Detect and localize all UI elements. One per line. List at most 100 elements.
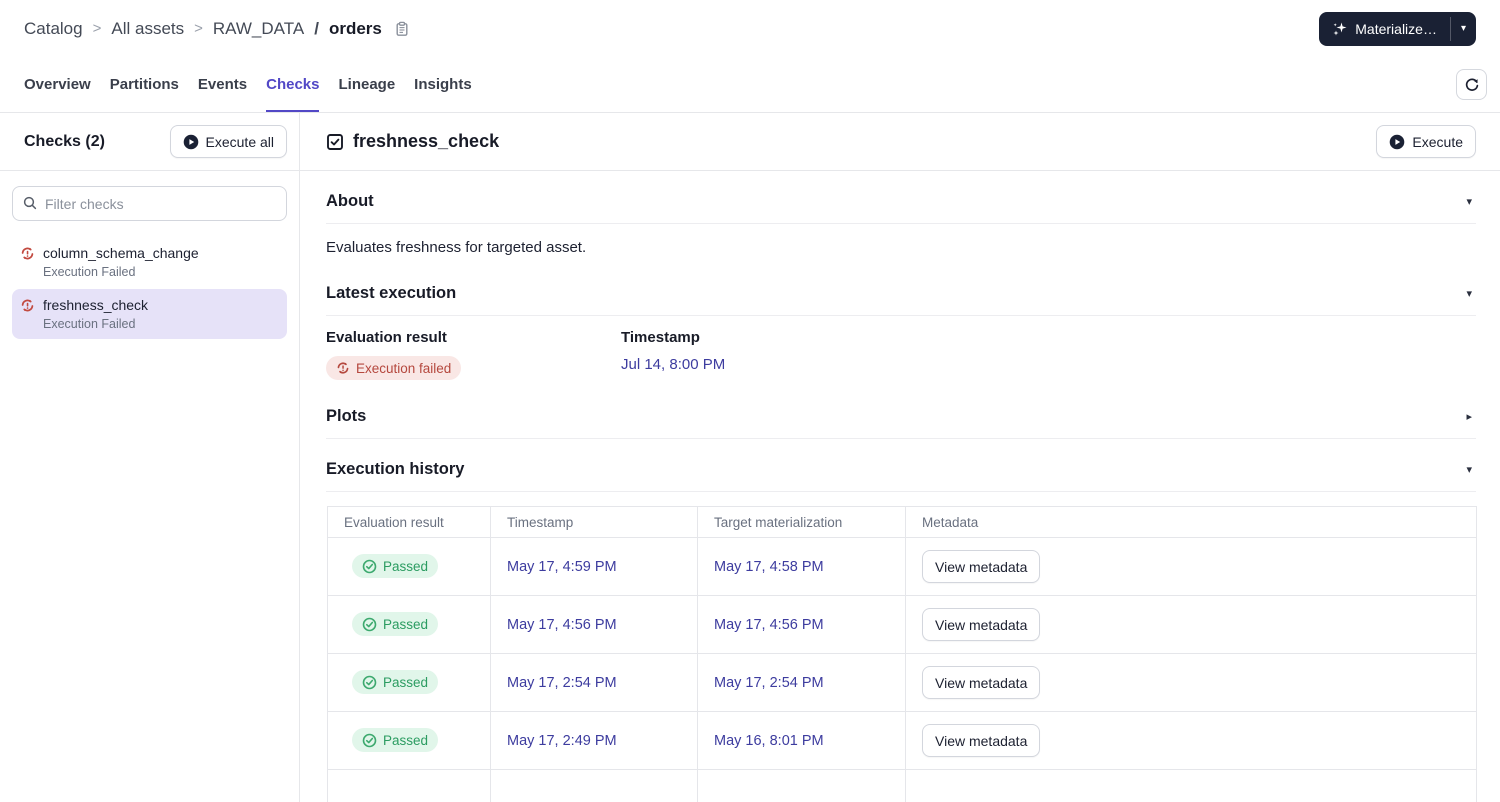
tab-overview[interactable]: Overview — [24, 57, 91, 112]
breadcrumb-asset-name: orders — [328, 18, 382, 38]
check-name: freshness_check — [43, 297, 149, 313]
execute-button[interactable]: Execute — [1376, 125, 1476, 158]
about-description: Evaluates freshness for targeted asset. — [326, 239, 587, 256]
sync-error-icon — [20, 298, 35, 313]
top-bar: Catalog > All assets > RAW_DATA / orders — [0, 0, 1500, 57]
latest-execution-grid: Evaluation result Execution failed Times… — [326, 316, 1476, 386]
passed-badge-label: Passed — [383, 732, 429, 748]
check-list-item-freshness-check[interactable]: freshness_check Execution Failed — [12, 289, 287, 339]
table-row-partial — [327, 769, 1477, 802]
check-detail-header: freshness_check Execute — [300, 113, 1500, 171]
filter-checks-input[interactable] — [12, 186, 287, 221]
target-materialization-link[interactable]: May 17, 2:54 PM — [714, 675, 824, 691]
breadcrumb-all-assets[interactable]: All assets — [111, 19, 184, 39]
target-materialization-link[interactable]: May 17, 4:58 PM — [714, 559, 824, 575]
materialize-dropdown-button[interactable]: ▾ — [1451, 12, 1476, 46]
collapse-caret-icon[interactable]: ▾ — [1466, 463, 1472, 476]
breadcrumb-path-separator: / — [314, 18, 319, 38]
copy-path-icon[interactable] — [394, 21, 410, 37]
sidebar-header: Checks (2) Execute all — [0, 113, 299, 171]
view-metadata-button[interactable]: View metadata — [922, 666, 1041, 699]
table-row: Passed May 17, 2:49 PM May 16, 8:01 PM V… — [327, 711, 1477, 770]
about-section-header: About ▾ — [326, 171, 1476, 223]
breadcrumb: Catalog > All assets > RAW_DATA / orders — [24, 19, 410, 39]
tab-checks[interactable]: Checks — [266, 57, 320, 112]
sparkle-icon — [1332, 21, 1348, 37]
passed-badge: Passed — [352, 612, 439, 637]
view-metadata-button[interactable]: View metadata — [922, 550, 1041, 583]
check-circle-icon — [362, 617, 377, 632]
materialize-button[interactable]: Materialize… — [1319, 12, 1450, 46]
section-divider — [326, 491, 1476, 492]
app-window: Catalog > All assets > RAW_DATA / orders — [0, 0, 1500, 802]
materialize-split-button: Materialize… ▾ — [1319, 11, 1476, 46]
chevron-right-icon: > — [92, 20, 102, 37]
about-title: About — [326, 192, 374, 210]
tabs-row: Overview Partitions Events Checks Lineag… — [0, 57, 1500, 113]
target-materialization-link[interactable]: May 16, 8:01 PM — [714, 733, 824, 749]
check-circle-icon — [362, 675, 377, 690]
sync-error-icon — [20, 246, 35, 261]
content-split: Checks (2) Execute all Filter checks col… — [0, 113, 1500, 802]
timestamp-link[interactable]: May 17, 4:56 PM — [507, 617, 617, 633]
checks-sidebar: Checks (2) Execute all Filter checks col… — [0, 113, 300, 802]
play-circle-icon — [1389, 134, 1405, 150]
check-detail-body: About ▾ Evaluates freshness for targeted… — [300, 171, 1500, 802]
check-name: column_schema_change — [43, 245, 199, 261]
execution-failed-badge: Execution failed — [326, 356, 462, 380]
sync-error-icon — [336, 361, 350, 375]
column-header-target-materialization: Target materialization — [697, 506, 906, 538]
passed-badge-label: Passed — [383, 558, 429, 574]
passed-badge-label: Passed — [383, 616, 429, 632]
latest-timestamp-link[interactable]: Jul 14, 8:00 PM — [621, 356, 725, 373]
table-row: Passed May 17, 4:56 PM May 17, 4:56 PM V… — [327, 595, 1477, 654]
check-status: Execution Failed — [43, 317, 136, 331]
timestamp-link[interactable]: May 17, 2:54 PM — [507, 675, 617, 691]
tab-lineage[interactable]: Lineage — [338, 57, 395, 112]
column-header-timestamp: Timestamp — [490, 506, 698, 538]
filter-checks-wrap — [12, 186, 287, 221]
execute-all-button[interactable]: Execute all — [169, 125, 287, 158]
view-metadata-button[interactable]: View metadata — [922, 608, 1041, 641]
check-circle-icon — [362, 559, 377, 574]
checks-count-title: Checks (2) — [24, 132, 105, 150]
execution-failed-badge-label: Execution failed — [356, 360, 452, 376]
breadcrumb-asset-group[interactable]: RAW_DATA — [213, 19, 304, 39]
chevron-down-icon: ▾ — [1460, 23, 1466, 34]
check-circle-icon — [362, 733, 377, 748]
tab-insights[interactable]: Insights — [414, 57, 472, 112]
latest-execution-title: Latest execution — [326, 284, 457, 302]
breadcrumb-catalog[interactable]: Catalog — [24, 19, 83, 39]
expand-caret-icon[interactable]: ▸ — [1466, 410, 1472, 423]
check-box-icon — [326, 133, 344, 151]
check-list-item-column-schema-change[interactable]: column_schema_change Execution Failed — [12, 237, 287, 287]
view-metadata-button[interactable]: View metadata — [922, 724, 1041, 757]
chevron-right-icon: > — [194, 20, 203, 37]
collapse-caret-icon[interactable]: ▾ — [1466, 287, 1472, 300]
check-list: column_schema_change Execution Failed fr… — [0, 231, 299, 345]
plots-section-header: Plots ▸ — [326, 386, 1476, 438]
execution-history-title: Execution history — [326, 460, 465, 478]
plots-title: Plots — [326, 407, 367, 425]
search-icon — [22, 195, 38, 211]
execution-history-table: Evaluation result Timestamp Target mater… — [327, 506, 1477, 802]
table-row: Passed May 17, 2:54 PM May 17, 2:54 PM V… — [327, 653, 1477, 712]
execute-label: Execute — [1412, 133, 1463, 150]
timestamp-link[interactable]: May 17, 4:59 PM — [507, 559, 617, 575]
check-detail-title: freshness_check — [353, 131, 500, 151]
refresh-icon — [1464, 77, 1480, 93]
table-row: Passed May 17, 4:59 PM May 17, 4:58 PM V… — [327, 537, 1477, 596]
target-materialization-link[interactable]: May 17, 4:56 PM — [714, 617, 824, 633]
timestamp-link[interactable]: May 17, 2:49 PM — [507, 733, 617, 749]
tab-partitions[interactable]: Partitions — [110, 57, 179, 112]
timestamp-label: Timestamp — [621, 329, 700, 346]
passed-badge: Passed — [352, 554, 439, 579]
table-header-row: Evaluation result Timestamp Target mater… — [327, 506, 1477, 538]
tab-bar: Overview Partitions Events Checks Lineag… — [24, 57, 472, 112]
check-detail-pane: freshness_check Execute About ▾ Evaluate… — [300, 113, 1500, 802]
passed-badge: Passed — [352, 728, 439, 753]
refresh-button[interactable] — [1456, 69, 1487, 100]
passed-badge: Passed — [352, 670, 439, 695]
tab-events[interactable]: Events — [198, 57, 247, 112]
collapse-caret-icon[interactable]: ▾ — [1466, 195, 1472, 208]
